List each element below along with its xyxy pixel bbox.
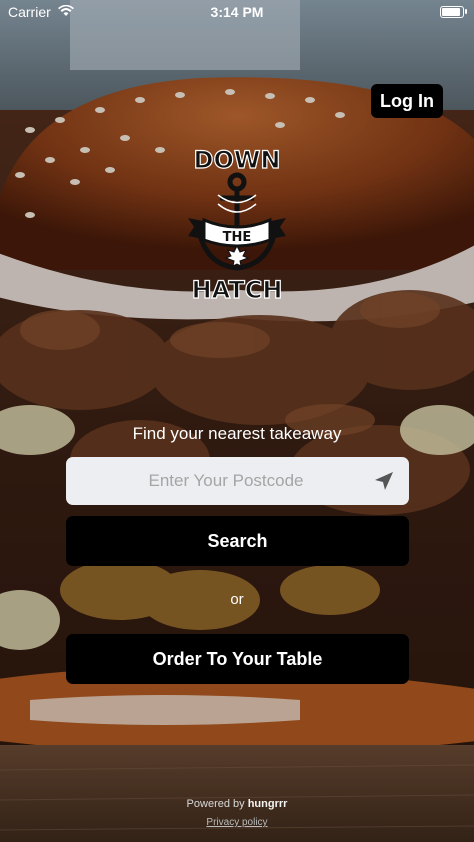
order-to-table-button[interactable]: Order To Your Table: [66, 634, 409, 684]
powered-by-label: Powered by hungrrr: [0, 798, 474, 810]
status-bar: Carrier 3:14 PM: [0, 0, 474, 24]
privacy-policy-link[interactable]: Privacy policy: [0, 817, 474, 828]
svg-text:DOWN: DOWN: [194, 146, 281, 174]
svg-text:THE: THE: [223, 230, 252, 245]
postcode-input[interactable]: [66, 457, 366, 505]
burger-background-image: [0, 0, 474, 842]
clock-time: 3:14 PM: [210, 4, 264, 20]
app-screen: Carrier 3:14 PM Log In DOWN THE HATCH Fi…: [0, 0, 474, 842]
battery-icon: [440, 6, 467, 18]
search-button[interactable]: Search: [66, 516, 409, 566]
down-the-hatch-logo: DOWN THE HATCH: [188, 145, 286, 305]
or-divider-label: or: [230, 591, 244, 608]
powered-by-prefix: Powered by: [186, 798, 245, 810]
svg-text:HATCH: HATCH: [192, 276, 283, 304]
login-button[interactable]: Log In: [371, 84, 443, 118]
hungrrr-brand: hungrrr: [247, 798, 288, 810]
find-takeaway-label: Find your nearest takeaway: [132, 424, 342, 443]
battery-fill: [442, 8, 460, 16]
location-arrow-icon[interactable]: [374, 471, 394, 491]
postcode-field: [66, 457, 409, 505]
